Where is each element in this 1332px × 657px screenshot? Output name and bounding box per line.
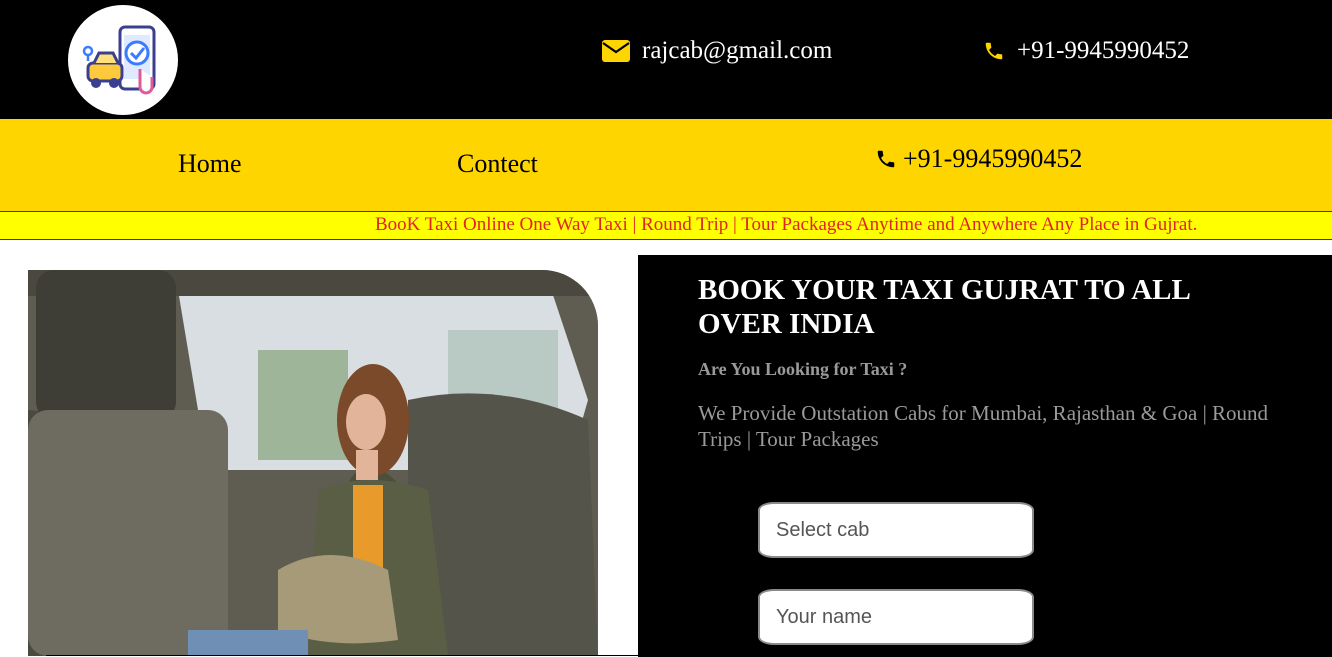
top-header: rajcab@gmail.com +91-9945990452 — [0, 0, 1332, 119]
nav-phone-text: +91-9945990452 — [903, 144, 1083, 173]
email-text: rajcab@gmail.com — [642, 37, 833, 64]
nav-phone[interactable]: +91-9945990452 — [875, 144, 1082, 174]
phone-text: +91-9945990452 — [1017, 37, 1190, 64]
phone-icon — [875, 148, 897, 170]
your-name-input[interactable] — [758, 589, 1034, 645]
header-phone[interactable]: +91-9945990452 — [983, 35, 1189, 67]
divider — [46, 655, 638, 656]
header-email[interactable]: rajcab@gmail.com — [602, 35, 832, 67]
announcement-ticker: BooK Taxi Online One Way Taxi | Round Tr… — [0, 211, 1332, 240]
select-cab-input[interactable] — [758, 502, 1034, 558]
booking-title: BOOK YOUR TAXI GUJRAT TO ALL OVER INDIA — [698, 274, 1190, 340]
nav-home-link[interactable]: Home — [178, 149, 242, 179]
taxi-app-logo-icon — [82, 25, 156, 95]
booking-description: We Provide Outstation Cabs for Mumbai, R… — [698, 401, 1269, 451]
booking-panel: BOOK YOUR TAXI GUJRAT TO ALL OVER INDIA … — [638, 255, 1332, 657]
nav-bar: Home Contect +91-9945990452 — [0, 119, 1332, 211]
booking-subtitle: Are You Looking for Taxi ? — [698, 359, 908, 379]
phone-icon — [983, 40, 1005, 62]
logo[interactable] — [68, 5, 178, 115]
envelope-icon — [602, 40, 630, 62]
nav-contact-link[interactable]: Contect — [457, 149, 538, 179]
ticker-text: BooK Taxi Online One Way Taxi | Round Tr… — [375, 214, 1198, 235]
hero-image — [28, 270, 598, 656]
